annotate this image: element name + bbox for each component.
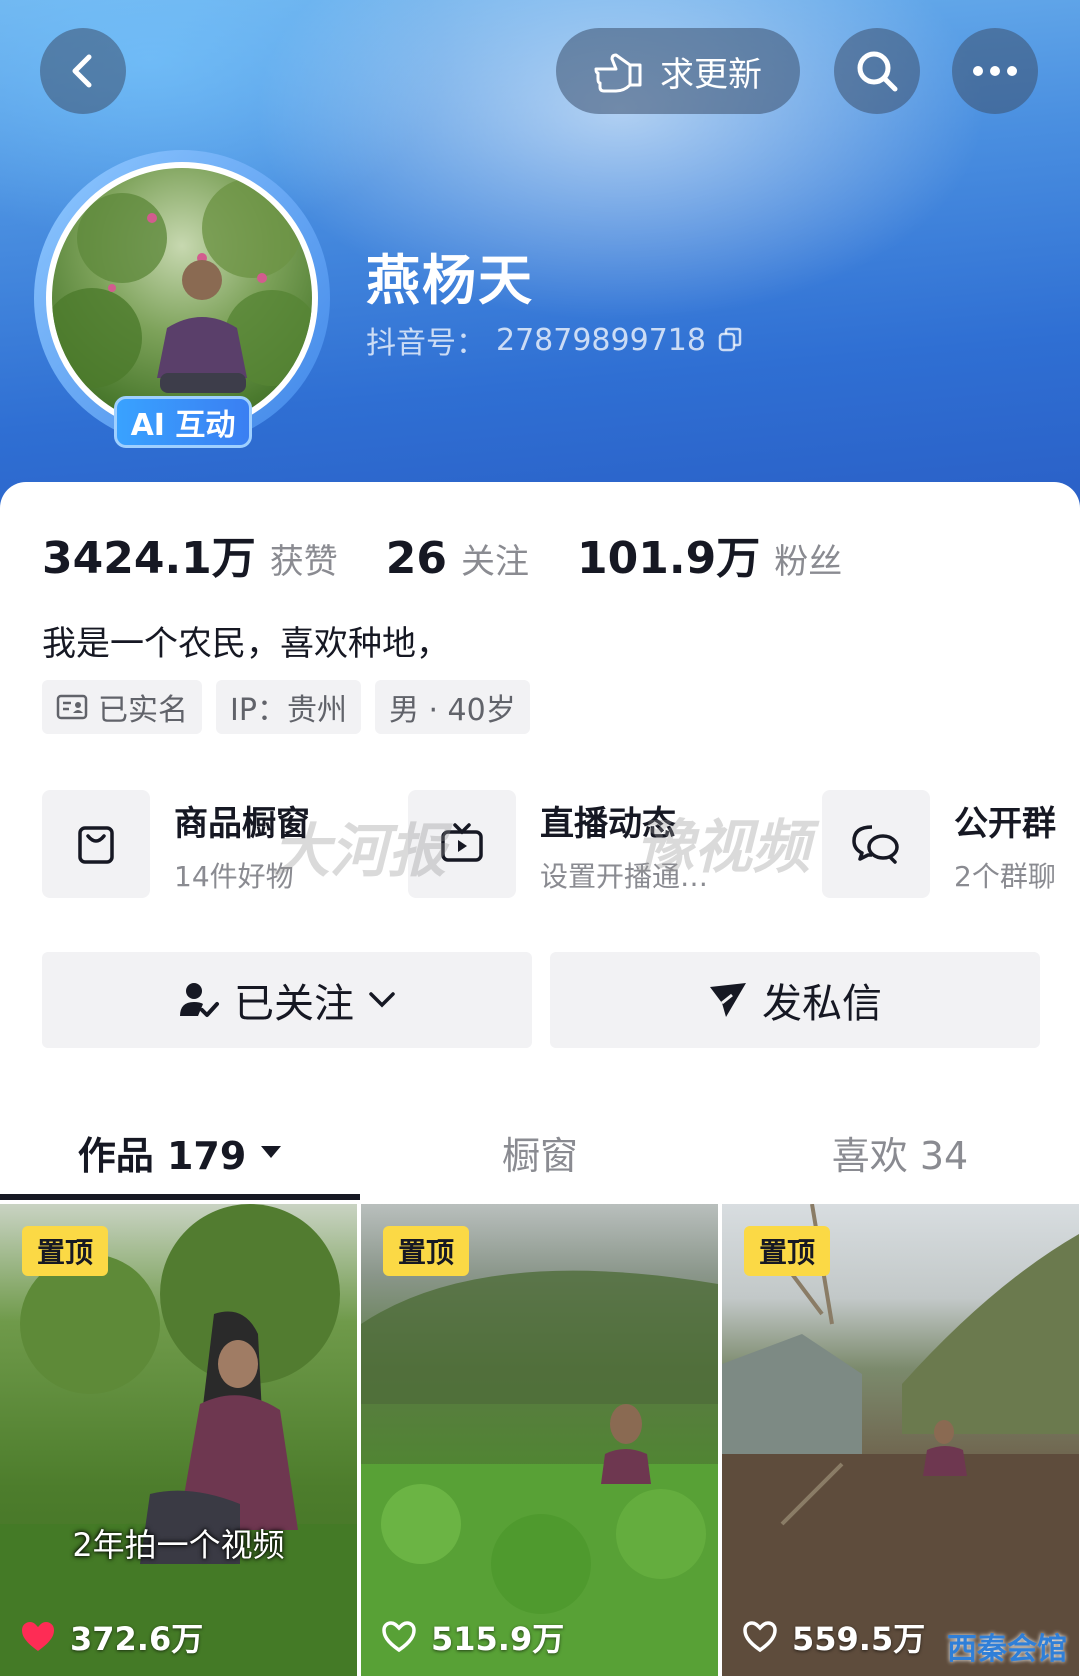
pinned-badge: 置顶 (383, 1226, 469, 1276)
heart-filled-icon (22, 1622, 54, 1651)
video-thumbnail[interactable]: 置顶 2年拍一个视频 372.6万 (0, 1204, 357, 1676)
following-label[interactable]: 关注 (461, 534, 529, 583)
heart-outline-icon (382, 1621, 416, 1653)
video-likes-count: 559.5万 (792, 1620, 926, 1658)
pointing-hand-icon (594, 53, 642, 93)
send-message-label: 发私信 (762, 981, 882, 1027)
video-grid: 置顶 2年拍一个视频 372.6万 置顶 515.9万 置顶 559.5万 西秦… (0, 1204, 1080, 1676)
search-icon (857, 51, 898, 92)
send-message-button[interactable]: 发私信 (550, 952, 1040, 1048)
following-count[interactable]: 26 (386, 533, 447, 584)
watermark-yushipin: 豫视频 (636, 813, 811, 881)
request-update-button[interactable]: 求更新 (556, 28, 800, 114)
user-check-icon (180, 983, 219, 1017)
send-arrow-icon (710, 983, 746, 1017)
shopping-bag-icon (42, 790, 150, 898)
video-likes: 372.6万 (20, 1614, 203, 1660)
more-dots-icon (973, 66, 1017, 76)
profile-tags: 已实名 IP：贵州 男 · 40岁 (42, 680, 530, 734)
active-tab-indicator (0, 1194, 360, 1200)
tab-likes[interactable]: 喜欢 34 (720, 1104, 1080, 1200)
ip-location-tag: IP：贵州 (216, 680, 361, 734)
caret-down-icon (261, 1146, 282, 1158)
chat-bubbles-icon (822, 790, 930, 898)
content-tabs: 作品 179 橱窗 喜欢 34 (0, 1104, 1080, 1200)
copy-icon[interactable] (716, 326, 744, 354)
shortcut-group-title: 公开群 (954, 804, 1056, 844)
ip-location-label: IP：贵州 (230, 693, 347, 728)
shortcut-row: 商品橱窗 14件好物 直播动态 设置开播通… 公开群 2个群聊 (42, 790, 1080, 898)
chevron-down-icon (369, 992, 395, 1008)
pinned-badge: 置顶 (744, 1226, 830, 1276)
tab-likes-label: 喜欢 34 (831, 1133, 969, 1178)
followed-label: 已关注 (234, 981, 354, 1027)
avatar-image (46, 162, 318, 434)
likes-label: 获赞 (269, 542, 338, 582)
tab-shop-window[interactable]: 橱窗 (360, 1104, 720, 1200)
video-thumbnail[interactable]: 置顶 515.9万 (361, 1204, 718, 1676)
douyin-id-row: 抖音号： 27879899718 (366, 318, 744, 362)
search-button[interactable] (834, 28, 920, 114)
tab-shop-label: 橱窗 (501, 1133, 578, 1178)
tab-works-label: 作品 179 (77, 1133, 247, 1178)
followers-label[interactable]: 粉丝 (774, 534, 842, 583)
verified-tag: 已实名 (42, 680, 202, 734)
id-card-icon (56, 694, 88, 720)
bio-text: 我是一个农民，喜欢种地， (42, 624, 450, 664)
video-likes-count: 515.9万 (431, 1620, 565, 1658)
shortcut-shop-window[interactable]: 商品橱窗 14件好物 (42, 790, 310, 898)
back-button[interactable] (40, 28, 126, 114)
gender-age-tag: 男 · 40岁 (374, 680, 530, 734)
followed-button[interactable]: 已关注 (42, 952, 532, 1048)
followers-count[interactable]: 101.9万 (577, 522, 760, 586)
stats-row: 3424.1万 获赞 26 关注 101.9万 粉丝 (42, 522, 890, 586)
heart-outline-icon (743, 1621, 777, 1653)
video-thumbnail[interactable]: 置顶 559.5万 西秦会馆 (722, 1204, 1079, 1676)
watermark-corner: 西秦会馆 (947, 1632, 1067, 1667)
video-likes: 515.9万 (381, 1614, 564, 1660)
video-likes: 559.5万 (742, 1614, 925, 1660)
chevron-left-icon (72, 54, 92, 88)
profile-name: 燕杨天 (366, 249, 534, 312)
shortcut-group-sub: 2个群聊 (954, 860, 1056, 893)
watermark-dahebao: 大河报 (272, 817, 447, 885)
video-likes-count: 372.6万 (70, 1620, 204, 1658)
douyin-id-label: 抖音号： (366, 326, 486, 361)
action-buttons: 已关注 发私信 (42, 952, 1040, 1048)
more-button[interactable] (952, 28, 1038, 114)
tab-works[interactable]: 作品 179 (0, 1104, 360, 1200)
verified-tag-label: 已实名 (98, 693, 188, 728)
ai-interaction-badge[interactable]: AI 互动 (114, 396, 252, 448)
shortcut-public-group[interactable]: 公开群 2个群聊 (822, 790, 1056, 898)
likes-count: 3424.1万 (42, 533, 256, 584)
pinned-badge: 置顶 (22, 1226, 108, 1276)
gender-age-label: 男 · 40岁 (388, 693, 516, 728)
douyin-id-value: 27879899718 (496, 322, 706, 358)
request-update-label: 求更新 (660, 54, 762, 95)
video-caption: 2年拍一个视频 (72, 1526, 285, 1564)
